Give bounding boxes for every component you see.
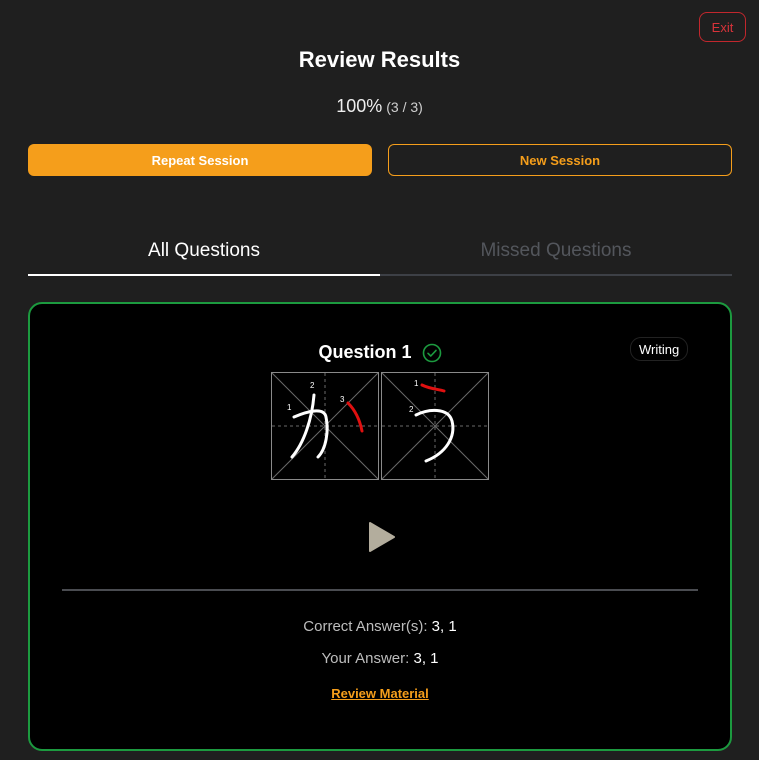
stroke-diagram: 1 2 3 1 2 — [271, 372, 489, 480]
score-summary: 100% (3 / 3) — [0, 96, 759, 117]
question-title: Question 1 — [318, 342, 412, 362]
kana-stroke-box-u: 1 2 — [381, 372, 489, 480]
question-type-badge: Writing — [630, 337, 689, 361]
stroke-number: 1 — [287, 403, 292, 412]
question-header: Question 1 — [30, 342, 730, 363]
review-material-link[interactable]: Review Material — [30, 686, 730, 701]
your-answer-value: 3, 1 — [413, 650, 439, 667]
correct-answer-line: Correct Answer(s): 3, 1 — [30, 618, 730, 635]
stroke-number: 1 — [414, 379, 419, 388]
stroke-number: 2 — [409, 405, 414, 414]
tab-all-questions[interactable]: All Questions — [28, 232, 380, 276]
score-fraction: (3 / 3) — [386, 99, 423, 115]
correct-answer-value: 3, 1 — [431, 618, 457, 635]
stroke-number: 3 — [340, 395, 345, 404]
play-icon — [369, 522, 395, 552]
page-title: Review Results — [298, 47, 461, 72]
correct-answer-label: Correct Answer(s): — [303, 618, 428, 635]
kana-stroke-box-ka: 1 2 3 — [271, 372, 379, 480]
divider — [62, 589, 698, 591]
new-session-button[interactable]: New Session — [388, 144, 732, 176]
your-answer-label: Your Answer: — [321, 650, 410, 667]
check-circle-icon — [422, 343, 442, 363]
exit-button[interactable]: Exit — [699, 12, 746, 42]
your-answer-line: Your Answer: 3, 1 — [30, 650, 730, 667]
tab-missed-questions[interactable]: Missed Questions — [380, 232, 732, 276]
stroke-number: 2 — [310, 381, 315, 390]
repeat-session-button[interactable]: Repeat Session — [28, 144, 372, 176]
score-percent: 100% — [336, 96, 383, 116]
question-card: Question 1 Writing 1 2 3 1 2 Correct Ans… — [28, 302, 732, 751]
play-audio-button[interactable] — [367, 521, 397, 553]
